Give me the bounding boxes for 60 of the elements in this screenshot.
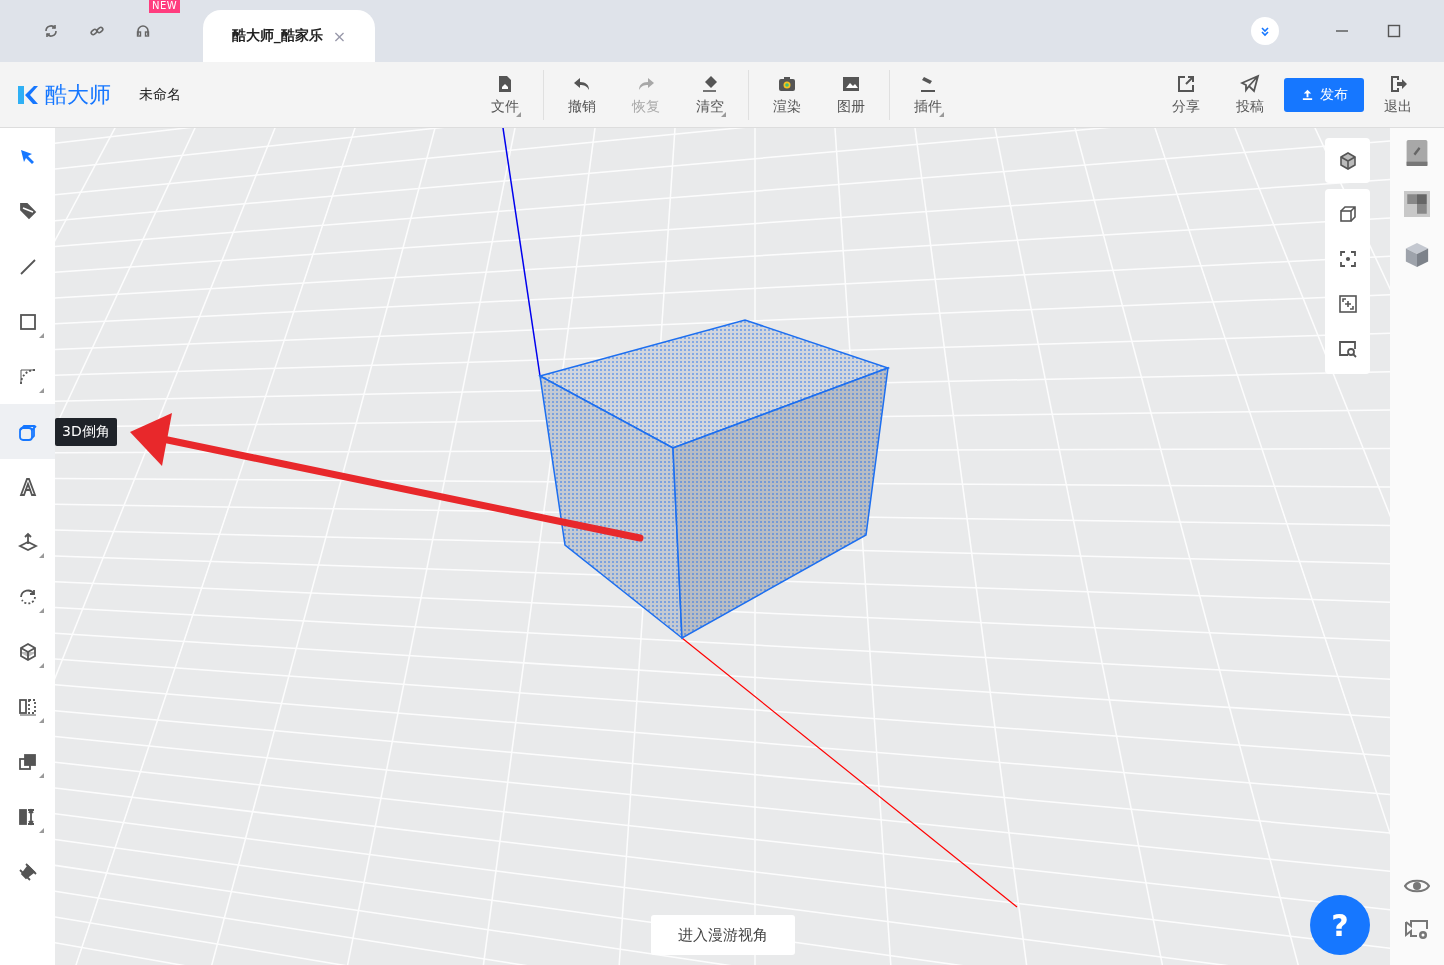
toolbar-button[interactable]: 文件 bbox=[473, 64, 537, 125]
publish-button[interactable]: 发布 bbox=[1284, 77, 1364, 112]
focus-icon[interactable] bbox=[1337, 249, 1358, 269]
toolbar-button[interactable]: 投稿 bbox=[1218, 64, 1282, 125]
paint-bucket-icon bbox=[17, 201, 38, 222]
eraser-icon bbox=[700, 73, 720, 94]
menu-corner-icon bbox=[39, 333, 44, 338]
toolbar-button[interactable]: 图册 bbox=[819, 64, 883, 125]
selected-box-drawing[interactable] bbox=[538, 319, 891, 640]
tooltip: 3D倒角 bbox=[55, 418, 117, 446]
toolbar-button[interactable]: 插件 bbox=[896, 64, 960, 125]
cube-icon bbox=[17, 641, 38, 662]
toolbar-button[interactable]: 撤销 bbox=[550, 64, 614, 125]
push-pull-icon bbox=[17, 531, 38, 552]
arc-icon bbox=[17, 366, 38, 387]
collapse-button[interactable] bbox=[1251, 17, 1279, 45]
new-badge: NEW bbox=[149, 0, 181, 13]
menu-corner-icon bbox=[39, 388, 44, 393]
maximize-icon[interactable] bbox=[1387, 24, 1401, 38]
file-name[interactable]: 未命名 bbox=[139, 85, 181, 104]
refresh-icon[interactable] bbox=[43, 23, 59, 39]
toolbar-button[interactable]: 退出 bbox=[1366, 64, 1430, 125]
text-icon bbox=[17, 476, 38, 497]
headphones-icon[interactable] bbox=[135, 23, 151, 39]
toolbar-button[interactable]: 渲染 bbox=[755, 64, 819, 125]
help-button[interactable]: ? bbox=[1310, 895, 1370, 955]
cube-view-icon[interactable] bbox=[1337, 150, 1358, 171]
share-icon bbox=[1176, 73, 1196, 94]
solid-cube-icon[interactable] bbox=[1404, 242, 1430, 268]
logo-text: 酷大师 bbox=[45, 80, 111, 109]
double-chevron-icon bbox=[1259, 25, 1271, 37]
toolbar-button[interactable]: 清空 bbox=[678, 64, 742, 125]
upload-icon bbox=[1300, 88, 1314, 101]
menu-corner-icon bbox=[39, 718, 44, 723]
mirror-icon bbox=[17, 696, 38, 717]
copy-icon bbox=[17, 751, 38, 772]
menu-corner-icon bbox=[39, 663, 44, 668]
menu-corner-icon bbox=[39, 553, 44, 558]
menu-corner-icon bbox=[39, 773, 44, 778]
rectangle-icon bbox=[17, 311, 38, 332]
exit-icon bbox=[1388, 73, 1408, 94]
menu-corner-icon bbox=[516, 111, 521, 117]
zoom-window-icon[interactable] bbox=[1337, 339, 1358, 359]
zoom-extents-icon[interactable] bbox=[1337, 294, 1358, 314]
document-tab[interactable]: 酷大师_酷家乐 × bbox=[203, 10, 375, 62]
logo-icon bbox=[17, 84, 39, 105]
tool-button[interactable] bbox=[0, 404, 55, 459]
send-icon bbox=[1240, 73, 1260, 94]
link-icon[interactable] bbox=[89, 23, 105, 39]
material-icon[interactable] bbox=[1404, 191, 1430, 217]
eraser-icon bbox=[17, 861, 38, 882]
menu-corner-icon bbox=[721, 111, 726, 117]
toolbar-button[interactable]: 分享 bbox=[1154, 64, 1218, 125]
menu-corner-icon bbox=[39, 828, 44, 833]
roam-view-button[interactable]: 进入漫游视角 bbox=[651, 915, 795, 955]
cube-icon[interactable] bbox=[1337, 204, 1358, 224]
menu-corner-icon bbox=[939, 111, 944, 117]
menu-corner-icon bbox=[39, 608, 44, 613]
compass-book-icon[interactable] bbox=[1404, 140, 1430, 166]
tab-title: 酷大师_酷家乐 bbox=[231, 27, 323, 45]
